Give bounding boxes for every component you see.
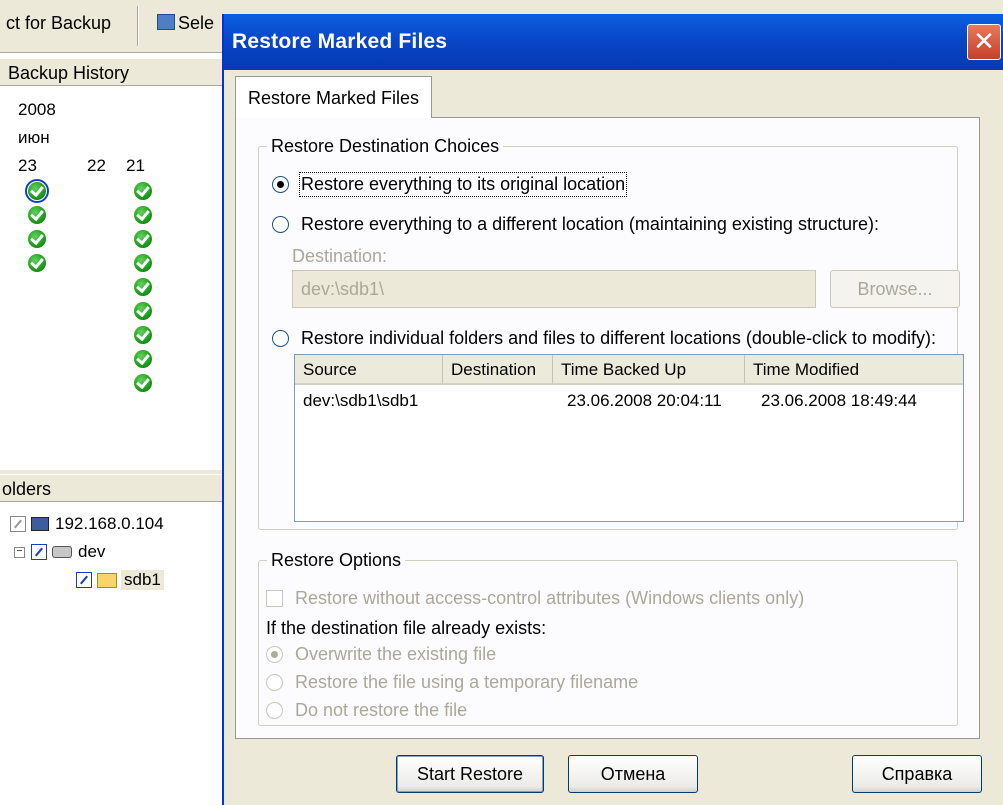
radio-button[interactable] [266,702,283,719]
dialog-titlebar[interactable]: Restore Marked Files ✕ [224,14,1003,70]
folder-label: sdb1 [121,570,164,590]
column-header-source[interactable]: Source [295,355,443,385]
tree-item-host[interactable]: 192.168.0.104 [10,514,164,534]
history-day-22: 22 [87,156,106,175]
backup-check-icon[interactable] [134,326,152,344]
radio-individual-locations[interactable]: Restore individual folders and files to … [272,328,936,349]
column-header-destination[interactable]: Destination [443,355,553,385]
toolbar-separator [137,6,139,46]
files-table[interactable]: Source Destination Time Backed Up Time M… [294,354,964,522]
help-button[interactable]: Справка [852,755,982,793]
folders-header: olders [0,474,222,502]
column-header-time-backed-up[interactable]: Time Backed Up [553,355,745,385]
checkbox-no-acl[interactable]: Restore without access-control attribute… [266,588,804,609]
start-restore-button[interactable]: Start Restore [396,755,544,793]
file-exists-label: If the destination file already exists: [266,618,547,638]
folder-checkbox[interactable] [76,572,92,588]
drive-checkbox[interactable] [31,544,47,560]
cell-time-backed-up: 23.06.2008 20:04:11 [567,391,722,410]
tree-item-folder[interactable]: sdb1 [76,570,164,590]
host-label: 192.168.0.104 [55,514,164,533]
radio-temp-label: Restore the file using a temporary filen… [295,672,639,692]
collapse-icon[interactable]: − [14,546,25,558]
backup-check-icon[interactable] [134,230,152,248]
radio-button[interactable] [266,646,283,663]
backup-check-icon[interactable] [134,350,152,368]
history-month: июн [18,128,50,147]
checkbox-no-acl-label: Restore without access-control attribute… [295,588,805,608]
destination-label: Destination: [292,246,388,266]
radio-temp-filename[interactable]: Restore the file using a temporary filen… [266,672,638,693]
select-button[interactable]: Sele [178,13,214,34]
radio-button[interactable] [266,674,283,691]
backup-check-icon[interactable] [25,179,49,203]
radio-button[interactable] [272,176,289,193]
radio-original-label: Restore everything to its original locat… [298,172,628,197]
backup-check-icon[interactable] [28,230,46,248]
tab-panel: Restore Destination Choices Restore ever… [235,117,980,739]
radio-button[interactable] [272,330,289,347]
radio-original-location[interactable]: Restore everything to its original locat… [272,172,628,197]
history-year: 2008 [18,100,56,119]
backup-check-icon[interactable] [134,182,152,200]
backup-history-pane: 2008 июн 23 22 21 [0,88,222,470]
drive-icon [52,546,72,558]
radio-overwrite[interactable]: Overwrite the existing file [266,644,496,665]
tab-restore-marked-files[interactable]: Restore Marked Files [235,76,433,118]
radio-button[interactable] [272,216,289,233]
cell-source: dev:\sdb1\sdb1 [303,391,419,410]
backup-check-icon[interactable] [134,278,152,296]
close-icon[interactable]: ✕ [967,24,1001,60]
radio-different-label: Restore everything to a different locati… [301,214,879,234]
cancel-button[interactable]: Отмена [568,755,698,793]
mark-for-backup-button[interactable]: ct for Backup [6,13,111,34]
browse-button[interactable]: Browse... [830,270,960,308]
restore-dialog: Restore Marked Files ✕ Restore Marked Fi… [222,14,1003,805]
backup-check-icon[interactable] [28,206,46,224]
select-icon [157,14,175,30]
backup-check-icon[interactable] [28,254,46,272]
backup-check-icon[interactable] [134,374,152,392]
host-checkbox[interactable] [10,516,26,532]
folders-tree: 192.168.0.104 − dev sdb1 [0,506,222,805]
cell-time-modified: 23.06.2008 18:49:44 [761,391,917,410]
radio-different-location[interactable]: Restore everything to a different locati… [272,214,879,235]
computer-icon [31,517,49,531]
destination-input[interactable]: dev:\sdb1\ [292,270,816,308]
backup-history-header: Backup History [0,58,222,86]
tree-item-drive[interactable]: − dev [14,542,105,562]
destination-group-legend: Restore Destination Choices [271,136,500,156]
column-header-time-modified[interactable]: Time Modified [745,355,963,385]
folder-icon [97,572,117,588]
backup-check-icon[interactable] [134,302,152,320]
history-day-21: 21 [126,156,145,175]
backup-check-icon[interactable] [134,254,152,272]
radio-do-not-restore[interactable]: Do not restore the file [266,700,467,721]
radio-overwrite-label: Overwrite the existing file [295,644,497,664]
radio-do-not-restore-label: Do not restore the file [295,700,468,720]
history-day-23: 23 [18,156,37,175]
drive-label: dev [78,542,106,561]
checkbox[interactable] [266,590,283,607]
backup-check-icon[interactable] [134,206,152,224]
dialog-title: Restore Marked Files [232,30,448,53]
options-group-legend: Restore Options [271,550,402,570]
radio-individual-label: Restore individual folders and files to … [301,328,936,348]
